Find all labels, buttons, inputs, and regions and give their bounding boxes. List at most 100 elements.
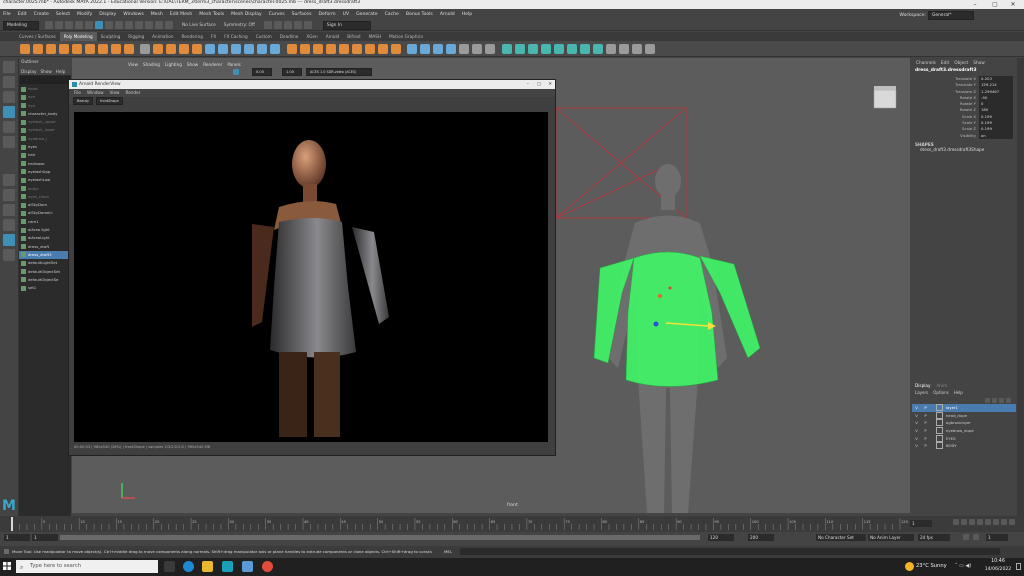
vp-menu-show[interactable]: Show xyxy=(187,62,198,67)
poke-icon[interactable] xyxy=(351,43,362,54)
step-back-key-icon[interactable] xyxy=(961,519,967,525)
new-layer-selected-icon[interactable] xyxy=(1006,397,1011,403)
film-gate-icon[interactable] xyxy=(161,69,167,75)
collapse-icon[interactable] xyxy=(390,43,401,54)
play-forward-icon[interactable] xyxy=(985,519,991,525)
go-to-start-icon[interactable] xyxy=(953,519,959,525)
rv-menu-window[interactable]: Window xyxy=(87,89,104,97)
fps-dropdown[interactable]: 24 fps xyxy=(918,534,950,541)
layer-name[interactable]: head_dupe xyxy=(946,413,967,418)
layer-color-swatch[interactable] xyxy=(936,434,943,442)
mel-command-input[interactable] xyxy=(460,548,1000,555)
windows-start-icon[interactable] xyxy=(3,562,11,570)
layer-menu-layers[interactable]: Layers xyxy=(915,390,928,395)
menu-generate[interactable]: Generate xyxy=(356,12,377,17)
symmetry-label[interactable]: Symmetry: Off xyxy=(224,23,255,28)
bevel-icon[interactable] xyxy=(312,43,323,54)
textured-icon[interactable] xyxy=(193,69,199,75)
gamma-input[interactable]: 1.00 xyxy=(282,68,302,76)
outliner-item[interactable]: set1 xyxy=(19,284,71,292)
minimize-button[interactable]: – xyxy=(966,0,984,9)
poly-disc-icon[interactable] xyxy=(97,43,108,54)
chrome-icon[interactable] xyxy=(262,561,273,572)
layer-color-swatch[interactable] xyxy=(936,427,943,435)
xray-icon[interactable] xyxy=(225,69,231,75)
camera-dropdown[interactable]: frontShape xyxy=(95,97,123,105)
scale-tool-icon[interactable] xyxy=(3,136,15,148)
render-image[interactable] xyxy=(74,112,548,442)
shelf-tab-rigging[interactable]: Rigging xyxy=(124,32,148,41)
super-shape-icon[interactable] xyxy=(123,43,134,54)
save-scene-icon[interactable] xyxy=(65,21,73,29)
open-scene-icon[interactable] xyxy=(55,21,63,29)
notification-icon[interactable] xyxy=(1016,563,1021,570)
cb-menu-channels[interactable]: Channels xyxy=(916,61,936,66)
hud-icon[interactable] xyxy=(241,69,247,75)
range-start-input[interactable]: 1 xyxy=(32,534,58,541)
layer-visibility-toggle[interactable]: V xyxy=(912,428,921,433)
outliner-item[interactable]: aiArea light xyxy=(19,226,71,234)
layer-row[interactable]: V Peyebrow_dupe xyxy=(912,427,1016,435)
cut-uv-icon[interactable] xyxy=(566,43,577,54)
reduce-icon[interactable] xyxy=(231,43,241,54)
shelf-tab-rendering[interactable]: Rendering xyxy=(178,32,207,41)
bridge-icon[interactable] xyxy=(299,43,310,54)
smooth-shade-icon[interactable] xyxy=(185,69,191,75)
wedge-icon[interactable] xyxy=(364,43,375,54)
layout-side-icon[interactable] xyxy=(3,204,15,216)
cb-menu-edit[interactable]: Edit xyxy=(941,61,949,66)
layer-color-swatch[interactable] xyxy=(936,442,943,450)
edge-browser-icon[interactable] xyxy=(183,561,194,572)
layer-down-icon[interactable] xyxy=(992,397,997,403)
outliner-menu-help[interactable]: Help xyxy=(56,69,66,74)
menu-help[interactable]: Help xyxy=(462,12,472,17)
layer-color-swatch[interactable] xyxy=(936,404,943,412)
cb-menu-show[interactable]: Show xyxy=(973,61,985,66)
cb-menu-object[interactable]: Object xyxy=(954,61,968,66)
new-layer-icon[interactable] xyxy=(999,397,1004,403)
new-scene-icon[interactable] xyxy=(45,21,53,29)
sew-uv-icon[interactable] xyxy=(579,43,590,54)
exposure-input[interactable]: 0.00 xyxy=(252,68,272,76)
camera-attr-icon[interactable] xyxy=(129,69,135,75)
vp-menu-shading[interactable]: Shading xyxy=(143,62,160,67)
layer-row[interactable]: V Pogbrosnlayer xyxy=(912,419,1016,427)
current-time-marker[interactable] xyxy=(11,517,13,531)
menu-curves[interactable]: Curves xyxy=(269,12,285,17)
platonic-solid-icon[interactable] xyxy=(110,43,121,54)
range-end-input[interactable]: 120 xyxy=(708,534,734,541)
menu-edit-mesh[interactable]: Edit Mesh xyxy=(170,12,192,17)
menu-surfaces[interactable]: Surfaces xyxy=(292,12,312,17)
outliner-item[interactable]: aiSkyDom xyxy=(19,201,71,209)
poly-sphere-icon[interactable] xyxy=(19,43,30,54)
clock-time[interactable]: 10:46 xyxy=(982,559,1014,564)
menu-mesh[interactable]: Mesh xyxy=(151,12,163,17)
outliner-item[interactable]: defaultObjectSet xyxy=(19,268,71,276)
layer-name[interactable]: EYES xyxy=(946,436,956,441)
layout-single-icon[interactable] xyxy=(3,174,15,186)
maximize-button[interactable]: ▢ xyxy=(986,0,1004,9)
layer-visibility-toggle[interactable]: V xyxy=(912,405,921,410)
layer-tab-display[interactable]: Display xyxy=(915,383,930,388)
shelf-tab-curves-surfaces[interactable]: Curves / Surfaces xyxy=(15,32,60,41)
mirror-icon[interactable] xyxy=(205,43,215,54)
render-frame-icon[interactable] xyxy=(263,21,272,29)
mel-label[interactable]: MEL xyxy=(444,546,452,558)
snap-point-icon[interactable] xyxy=(145,21,153,29)
outliner-item[interactable]: aiAreaLight xyxy=(19,234,71,242)
shelf-tab-bifrost[interactable]: Bifrost xyxy=(343,32,365,41)
rv-close-button[interactable]: ✕ xyxy=(548,80,552,89)
anim-layer-dropdown[interactable]: No Anim Layer xyxy=(868,534,914,541)
render-view-icon[interactable] xyxy=(303,21,312,29)
layer-visibility-toggle[interactable]: V xyxy=(912,420,921,425)
aov-dropdown[interactable]: Beauty xyxy=(73,97,93,105)
current-frame-input[interactable]: 1 xyxy=(910,520,932,527)
shelf-tab-deadline[interactable]: Deadline xyxy=(276,32,303,41)
target-weld-icon[interactable] xyxy=(420,43,430,54)
menu-modify[interactable]: Modify xyxy=(77,12,92,17)
shelf-tab-motion-graphics[interactable]: Motion Graphics xyxy=(385,32,427,41)
layer-playback-toggle[interactable]: P xyxy=(921,413,930,418)
menu-mesh-tools[interactable]: Mesh Tools xyxy=(199,12,224,17)
menu-windows[interactable]: Windows xyxy=(123,12,144,17)
connect-icon[interactable] xyxy=(433,43,443,54)
